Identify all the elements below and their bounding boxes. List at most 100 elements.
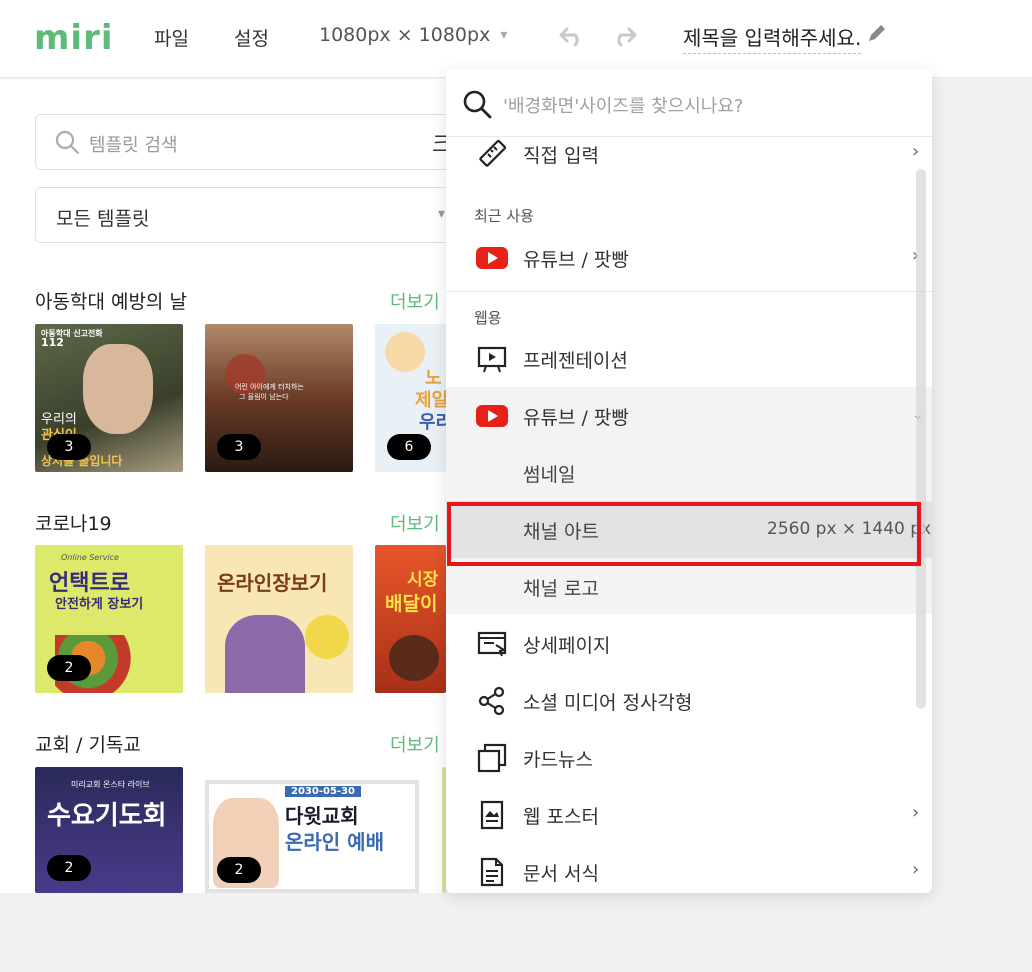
thumb-text: 미리교회 온스타 라이브 [71,780,150,789]
search-icon [463,90,492,119]
page-count-badge: 6 [387,434,431,460]
youtube-icon [476,400,508,432]
channel-art-item[interactable]: 채널 아트 2560 px × 1440 px [446,501,932,558]
undo-icon[interactable] [554,22,588,52]
pencil-icon[interactable] [866,22,888,44]
card-news-item[interactable]: 카드뉴스 [446,729,932,786]
more-link[interactable]: 더보기 [390,510,440,536]
document-title-input[interactable]: 제목을 입력해주세요. [683,22,862,54]
presentation-item[interactable]: 프레젠테이션 [446,330,932,387]
template-thumbnail[interactable]: Online Service 언택트로 안전하게 장보기 2 [35,545,183,693]
thumb-illustration [225,615,305,693]
template-thumbnail[interactable]: 2030-05-30 다윗교회 온라인 예배 2 [205,780,419,893]
template-thumbnail[interactable]: 아동학대 신고전화 112 우리의 관심이 상처를 줄입니다 3 [35,324,183,472]
search-filter-glyph[interactable]: 크 [432,127,446,159]
more-link[interactable]: 더보기 [390,731,440,757]
size-search-placeholder: '배경화면'사이즈를 찾으시나요? [503,96,744,117]
chevron-right-icon: › [912,802,920,823]
poster-icon [480,800,504,830]
thumb-text: 온라인 예배 [285,830,384,854]
chevron-right-icon: › [912,141,920,162]
category-value: 모든 템플릿 [56,208,150,230]
page-count-badge: 2 [47,655,91,681]
canvas-size-select[interactable]: 1080px × 1080px ▾ [319,24,507,46]
ruler-icon [479,139,507,167]
top-bar: miri 파일 설정 1080px × 1080px ▾ 제목을 입력해주세요. [0,0,1032,78]
detail-page-item[interactable]: 상세페이지 [446,615,932,672]
thumb-text: 우리 [419,412,446,433]
thumb-text: 그 울림이 남는다 [239,393,289,401]
web-poster-label: 웹 포스터 [523,806,599,828]
presentation-label: 프레젠테이션 [523,350,628,372]
presentation-icon [477,346,507,373]
template-thumbnail[interactable]: 노 제일 우리 6 [375,324,446,472]
template-thumbnail[interactable]: 미리교회 온스타 라이브 수요기도회 2 [35,767,183,893]
section-title: 교회 / 기독교 [35,734,141,756]
menu-settings[interactable]: 설정 [234,24,269,51]
thumb-text: 2030-05-30 [285,786,361,797]
template-thumbnail[interactable]: 어린 아이에게 터치하는 그 울림이 남는다 3 [205,324,353,472]
youtube-item[interactable]: 유튜브 / 팟빵 ⌄ [446,387,932,444]
chevron-down-icon: ▾ [438,206,446,222]
search-icon [55,130,80,155]
chevron-right-icon: › [912,859,920,880]
canvas-size-value: 1080px × 1080px [319,24,491,46]
page-count-badge: 2 [47,855,91,881]
web-group-label: 웹용 [474,309,502,327]
template-thumbnail[interactable]: 시장 배달이 [375,545,446,693]
document-item[interactable]: 문서 서식 › [446,843,932,893]
thumb-text: Online Service [61,553,119,562]
section-title: 아동학대 예방의 날 [35,291,187,313]
template-category-select[interactable]: 모든 템플릿 ▾ [35,187,446,243]
thumb-illustration [305,615,349,659]
recent-group-label: 최근 사용 [474,207,534,225]
thumb-text: 수요기도회 [47,801,167,831]
recent-youtube-item[interactable]: 유튜브 / 팟빵 › [446,229,932,286]
canvas-size-dropdown: '배경화면'사이즈를 찾으시나요? 직접 입력 › 최근 사용 유튜브 / 팟빵… [446,69,932,893]
template-panel: 템플릿 검색 크 모든 템플릿 ▾ 아동학대 예방의 날 더보기 아동학대 신고… [0,79,446,893]
page-count-badge: 3 [217,434,261,460]
channel-logo-item[interactable]: 채널 로고 [446,558,932,615]
direct-input-item[interactable]: 직접 입력 › [446,125,932,182]
section-title: 코로나19 [35,513,112,535]
template-thumbnail[interactable]: 온라인장보기 [205,545,353,693]
page-count-badge: 2 [217,857,261,883]
direct-input-label: 직접 입력 [523,145,599,167]
thumb-text: 안전하게 장보기 [55,597,144,612]
share-icon [478,686,505,716]
thumb-illustration [389,635,439,681]
redo-icon[interactable] [608,22,642,52]
social-square-item[interactable]: 소셜 미디어 정사각형 [446,672,932,729]
menu-file[interactable]: 파일 [154,24,189,51]
thumb-photo [83,344,153,434]
chevron-down-icon: ▾ [500,27,508,43]
template-search-input[interactable]: 템플릿 검색 크 [35,114,446,170]
document-label: 문서 서식 [523,863,599,885]
thumb-text: 어린 아이에게 터치하는 [235,383,304,391]
document-icon [480,857,504,887]
thumbnail-label: 썸네일 [523,464,576,486]
more-link[interactable]: 더보기 [390,288,440,314]
search-placeholder: 템플릿 검색 [89,135,178,156]
channel-logo-label: 채널 로고 [523,578,599,600]
detail-page-label: 상세페이지 [523,635,611,657]
thumb-text: 112 [41,336,64,349]
thumbnail-item[interactable]: 썸네일 [446,444,932,501]
thumb-text: 다윗교회 [285,804,359,828]
youtube-icon [476,242,508,274]
card-news-icon [477,743,507,773]
thumb-text: 시장 [407,570,439,590]
detail-page-icon [477,631,507,657]
youtube-label: 유튜브 / 팟빵 [523,407,629,429]
page-count-badge: 3 [47,434,91,460]
thumb-illustration [385,332,425,372]
thumb-text: 배달이 [385,593,438,615]
thumb-text: 온라인장보기 [217,571,328,595]
divider [446,291,932,292]
channel-art-label: 채널 아트 [523,521,599,543]
channel-art-size: 2560 px × 1440 px [767,519,932,539]
web-poster-item[interactable]: 웹 포스터 › [446,786,932,843]
miri-logo[interactable]: miri [34,18,114,58]
dropdown-scrollbar[interactable] [916,169,926,709]
card-news-label: 카드뉴스 [523,749,593,771]
